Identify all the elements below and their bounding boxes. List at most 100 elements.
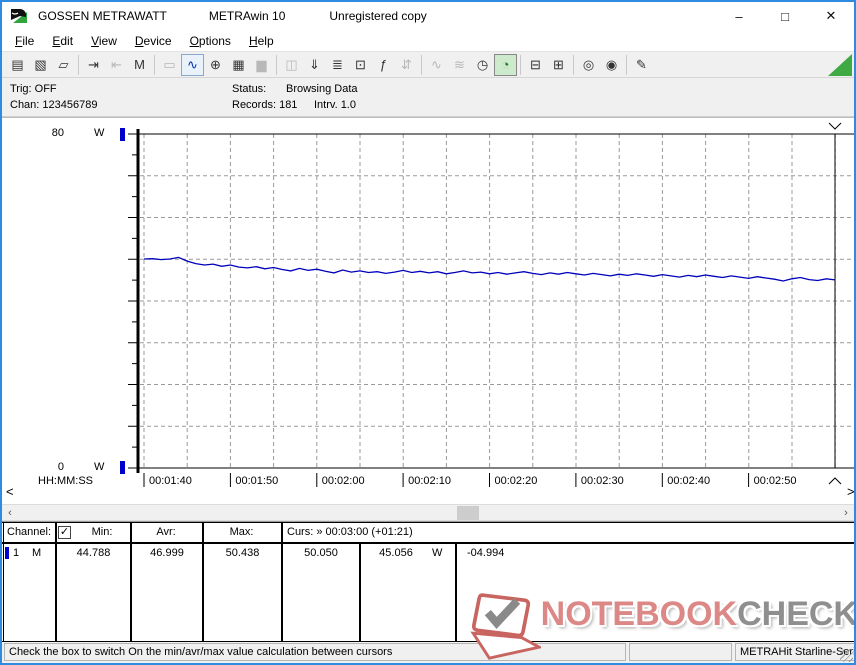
cursor2-value: 45.056 <box>379 547 413 559</box>
zoom-section-icon[interactable]: ◉ <box>600 54 623 76</box>
y-axis-unit-bottom: W <box>94 461 105 473</box>
toolbar-separator <box>573 54 574 75</box>
min-value: 44.788 <box>76 547 111 559</box>
toolbar-separator <box>78 54 79 75</box>
time-tick-label: 00:02:20 <box>494 475 538 487</box>
device-config-icon[interactable]: ≣ <box>326 54 349 76</box>
send-to-device-icon[interactable]: ⇓ <box>303 54 326 76</box>
time-tick-label: 00:02:40 <box>667 475 711 487</box>
numeric-display-icon: ▭ <box>163 56 176 72</box>
unit-label: W <box>432 547 443 559</box>
statusbar-device-name: METRAHit Starline-Seri <box>735 643 854 661</box>
col-header-cursor: Curs: » 00:03:00 (+01:21) <box>287 526 413 538</box>
channel-number: 1 <box>13 547 20 559</box>
open-file-icon[interactable]: ▱ <box>52 54 75 76</box>
cursor1-value: 50.050 <box>304 547 338 559</box>
col-header-min: Min: <box>91 526 113 538</box>
monitor-output-icon[interactable]: ⊡ <box>349 54 372 76</box>
app-logo-icon <box>11 9 27 23</box>
channel-scale-marker-top <box>120 128 125 141</box>
menu-device[interactable]: Device <box>126 32 181 50</box>
minmax-checkbox[interactable]: ✓ <box>58 526 71 539</box>
col-header-max: Max: <box>229 526 254 538</box>
app-window: GOSSEN METRAWATT METRAwin 10 Unregistere… <box>0 0 856 665</box>
horizontal-scrollbar[interactable]: ‹ › <box>2 504 854 521</box>
schedule-clock-icon[interactable]: ◷ <box>471 54 494 76</box>
annotation-icon[interactable]: ✎ <box>630 54 653 76</box>
time-tick-label: 00:02:30 <box>580 475 624 487</box>
menu-options[interactable]: Options <box>181 32 240 50</box>
channel-scale-marker-bottom <box>120 461 125 474</box>
cursor2-top-marker[interactable] <box>828 122 842 130</box>
save-icon[interactable]: ▤ <box>6 54 29 76</box>
menu-file[interactable]: File <box>6 32 43 50</box>
toolbar-separator <box>421 54 422 75</box>
window-title-app: GOSSEN METRAWATT <box>38 9 167 23</box>
interval-value: Intrv. 1.0 <box>314 99 356 111</box>
toolbar: ▤ ▧ ▱ ⇥ ⇤ M ▭ ∿ ⊕ ▦ ▆ ◫ ⇓ ≣ ⊡ ƒ ⇵ ∿ ≋ ◷ ◔ ⊟ ⊞ ◎ ◉ ✎ <box>2 52 854 78</box>
menu-help[interactable]: Help <box>240 32 283 50</box>
scroll-left-arrow[interactable]: ‹ <box>2 506 18 520</box>
time-tick-label: 00:02:00 <box>321 475 365 487</box>
statusbar-message: Check the box to switch On the min/avr/m… <box>4 643 626 661</box>
device-memory-icon[interactable]: M <box>128 54 151 76</box>
pan-right-arrow[interactable]: > <box>847 484 854 499</box>
measurement-table: Channel: ✓ Min: Avr: Max: Curs: » 00:03:… <box>2 521 854 642</box>
toolbar-separator <box>154 54 155 75</box>
bar-graph-icon: ▆ <box>256 56 267 72</box>
toolbar-separator <box>520 54 521 75</box>
status-value: Browsing Data <box>286 83 358 95</box>
read-device-icon[interactable]: ⇥ <box>82 54 105 76</box>
pan-left-arrow[interactable]: < <box>6 484 14 499</box>
trigger-status: Trig: OFF <box>10 83 57 95</box>
print-icon[interactable]: ⊞ <box>547 54 570 76</box>
chart-plot-area[interactable] <box>2 118 856 505</box>
data-table-icon[interactable]: ▦ <box>227 54 250 76</box>
close-button[interactable]: ✕ <box>808 2 854 30</box>
channel-color-marker <box>5 547 9 559</box>
green-triangle-indicator <box>828 54 852 76</box>
checkmark-icon: ✓ <box>59 526 70 538</box>
time-tick-label: 00:01:40 <box>149 475 192 487</box>
menu-view[interactable]: View <box>82 32 126 50</box>
avr-value: 46.999 <box>150 547 184 559</box>
channel-list: Chan: 123456789 <box>10 99 98 111</box>
resize-grip[interactable] <box>840 649 853 662</box>
records-count: Records: 181 <box>232 99 298 111</box>
maximize-button[interactable]: □ <box>762 2 808 30</box>
menu-edit[interactable]: Edit <box>43 32 82 50</box>
time-tick-label: 00:01:50 <box>235 475 279 487</box>
dense-wave-icon: ≋ <box>454 56 465 72</box>
print-preview-icon[interactable]: ⊟ <box>524 54 547 76</box>
scrollbar-thumb[interactable] <box>457 506 479 520</box>
y-axis-min-label: 0 <box>57 461 64 473</box>
y-axis-unit-top: W <box>94 127 105 139</box>
status-info-panel: Trig: OFF Chan: 123456789 Status: Browsi… <box>2 78 854 117</box>
stop-read-icon: ⇤ <box>111 56 122 72</box>
menu-bar: File Edit View Device Options Help <box>2 30 854 52</box>
window-title-product: METRAwin 10 <box>208 9 286 23</box>
cursor-delta-value: -04.994 <box>467 547 505 559</box>
window-title-license: Unregistered copy <box>329 9 427 23</box>
time-tick-label: 00:02:10 <box>408 475 451 487</box>
timer-record-icon[interactable]: ◔ <box>494 53 517 76</box>
scroll-right-arrow[interactable]: › <box>838 506 854 520</box>
col-header-avr: Avr: <box>156 526 176 538</box>
time-tick-label: 00:02:50 <box>753 475 797 487</box>
col-header-channel: Channel: <box>7 526 52 538</box>
toolbar-separator <box>626 54 627 75</box>
status-label: Status: <box>232 83 267 95</box>
max-value: 50.438 <box>225 547 260 559</box>
zoom-curve-icon[interactable]: ◎ <box>577 54 600 76</box>
save-as-icon[interactable]: ▧ <box>29 54 52 76</box>
copy-window-icon: ◫ <box>285 56 298 72</box>
x-axis-tick-labels: 00:01:40 00:01:50 00:02:00 00:02:10 00:02:20… <box>2 475 854 491</box>
crosshair-cursor-icon[interactable]: ⊕ <box>204 54 227 76</box>
curve-chart-icon[interactable]: ∿ <box>181 53 204 76</box>
formula-icon[interactable]: ƒ <box>372 54 395 76</box>
channel-mode: M <box>32 547 42 559</box>
y-axis-max-label: 80 <box>51 127 64 139</box>
statusbar-empty-panel <box>629 643 732 661</box>
minimize-button[interactable]: – <box>716 2 762 30</box>
pc-link-icon: ⇵ <box>401 56 412 72</box>
